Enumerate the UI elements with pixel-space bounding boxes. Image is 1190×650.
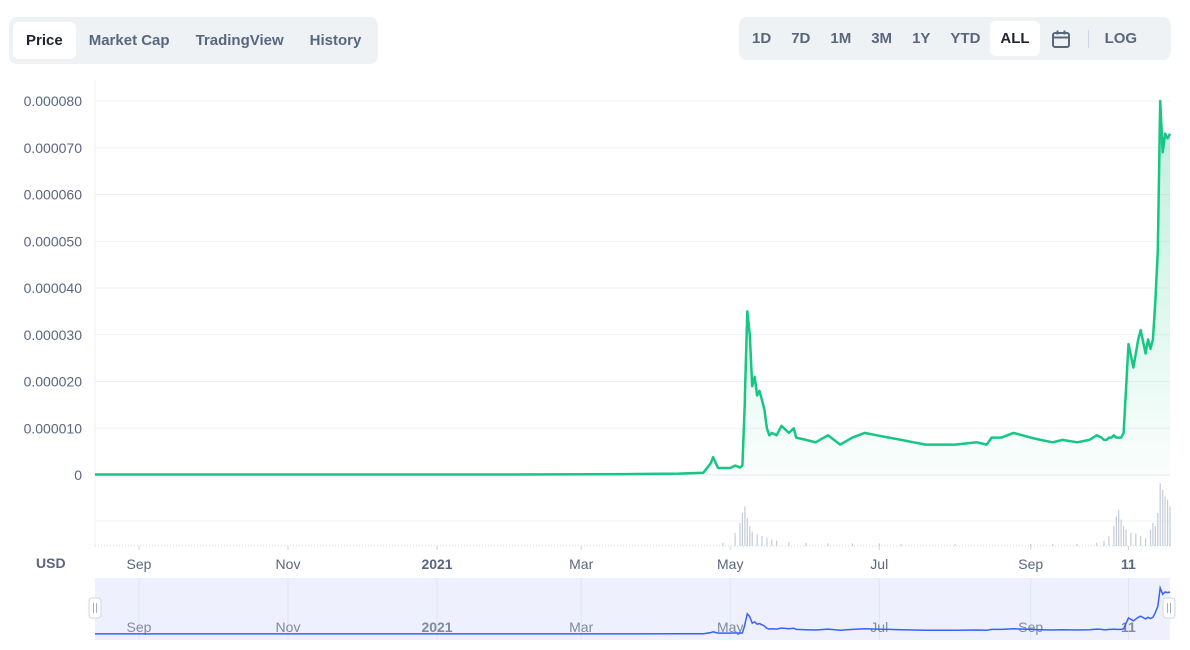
navigator-tick-label: Jul bbox=[870, 619, 888, 635]
volume-bar bbox=[1103, 540, 1105, 546]
volume-bar bbox=[761, 536, 763, 546]
grid-lines bbox=[94, 80, 1170, 547]
volume-bar bbox=[851, 543, 853, 546]
volume-bar bbox=[1076, 544, 1078, 546]
volume-bar bbox=[1113, 526, 1115, 546]
y-tick-label: 0.000030 bbox=[24, 327, 83, 343]
volume-bar bbox=[741, 513, 743, 546]
volume-bar bbox=[1154, 526, 1156, 546]
volume-bar bbox=[1157, 513, 1159, 546]
volume-bar bbox=[1159, 483, 1161, 546]
volume-bar bbox=[722, 542, 724, 546]
x-axis-labels: Sep Nov 2021 Mar May Jul Sep 11 bbox=[127, 546, 1136, 572]
volume-bar bbox=[827, 543, 829, 546]
navigator-tick-label: Sep bbox=[127, 619, 152, 635]
volume-bar bbox=[1108, 536, 1110, 546]
y-tick-label: 0.000080 bbox=[24, 93, 83, 109]
volume-bar bbox=[1135, 534, 1137, 546]
y-tick-label: 0.000060 bbox=[24, 187, 83, 203]
volume-bar bbox=[1130, 532, 1132, 546]
volume-bar bbox=[1125, 529, 1127, 546]
y-axis-labels: 0.000080 0.000070 0.000060 0.000050 0.000040… bbox=[24, 93, 83, 483]
volume-bar bbox=[788, 542, 790, 546]
volume-bar bbox=[900, 544, 902, 546]
volume-bar bbox=[1052, 544, 1054, 546]
volume-bar bbox=[744, 506, 746, 546]
volume-bar bbox=[746, 518, 748, 546]
y-tick-label: 0.000050 bbox=[24, 233, 83, 249]
x-tick-label: 11 bbox=[1121, 556, 1136, 572]
volume-bar bbox=[954, 544, 956, 546]
navigator-tick-label: 2021 bbox=[421, 619, 452, 635]
volume-bar bbox=[1096, 542, 1098, 546]
navigator-tick-label: Mar bbox=[569, 619, 593, 635]
volume-bar bbox=[751, 531, 753, 546]
navigator-background bbox=[95, 578, 1170, 640]
x-tick-label: Sep bbox=[1018, 556, 1043, 572]
x-tick-label: Nov bbox=[276, 556, 301, 572]
navigator-tick-label: Sep bbox=[1018, 619, 1043, 635]
x-tick-label: Mar bbox=[569, 556, 593, 572]
volume-bar bbox=[1123, 526, 1125, 546]
volume-bar bbox=[776, 540, 778, 546]
navigator-right-handle[interactable] bbox=[1162, 597, 1176, 619]
volume-bar bbox=[1149, 529, 1152, 546]
volume-bar bbox=[1030, 544, 1032, 546]
volume-bar bbox=[1152, 522, 1154, 546]
currency-label: USD bbox=[36, 555, 66, 571]
volume-bar bbox=[749, 526, 751, 546]
volume-bar bbox=[1145, 538, 1147, 546]
volume-bar bbox=[766, 538, 768, 546]
x-tick-label: 2021 bbox=[421, 556, 452, 572]
y-tick-label: 0 bbox=[74, 467, 82, 483]
x-tick-label: May bbox=[717, 556, 743, 572]
x-tick-label: Sep bbox=[127, 556, 152, 572]
volume-bar bbox=[1118, 509, 1120, 546]
volume-bar bbox=[1115, 516, 1117, 546]
volume-bar bbox=[756, 534, 758, 546]
volume-bar bbox=[1120, 519, 1122, 546]
volume-bar bbox=[805, 542, 807, 546]
volume-bar bbox=[771, 539, 773, 546]
navigator-left-handle[interactable] bbox=[88, 597, 102, 619]
y-tick-label: 0.000040 bbox=[24, 280, 83, 296]
y-tick-label: 0.000010 bbox=[24, 420, 83, 436]
navigator-tick-label: Nov bbox=[276, 619, 301, 635]
y-tick-label: 0.000070 bbox=[24, 140, 83, 156]
volume-bar bbox=[734, 532, 736, 546]
x-tick-label: Jul bbox=[870, 556, 888, 572]
volume-bar bbox=[878, 543, 880, 546]
volume-bar bbox=[1164, 496, 1166, 546]
y-tick-label: 0.000020 bbox=[24, 374, 83, 390]
volume-bars bbox=[722, 483, 1171, 546]
volume-bar bbox=[739, 522, 741, 546]
volume-bar bbox=[1169, 506, 1171, 546]
volume-bar bbox=[1162, 489, 1164, 546]
range-navigator[interactable]: Sep Nov 2021 Mar May Jul Sep 11 bbox=[88, 578, 1176, 640]
volume-bar bbox=[1167, 499, 1169, 546]
price-chart: 0.000080 0.000070 0.000060 0.000050 0.000040… bbox=[24, 80, 1176, 640]
volume-bar bbox=[1140, 536, 1142, 546]
